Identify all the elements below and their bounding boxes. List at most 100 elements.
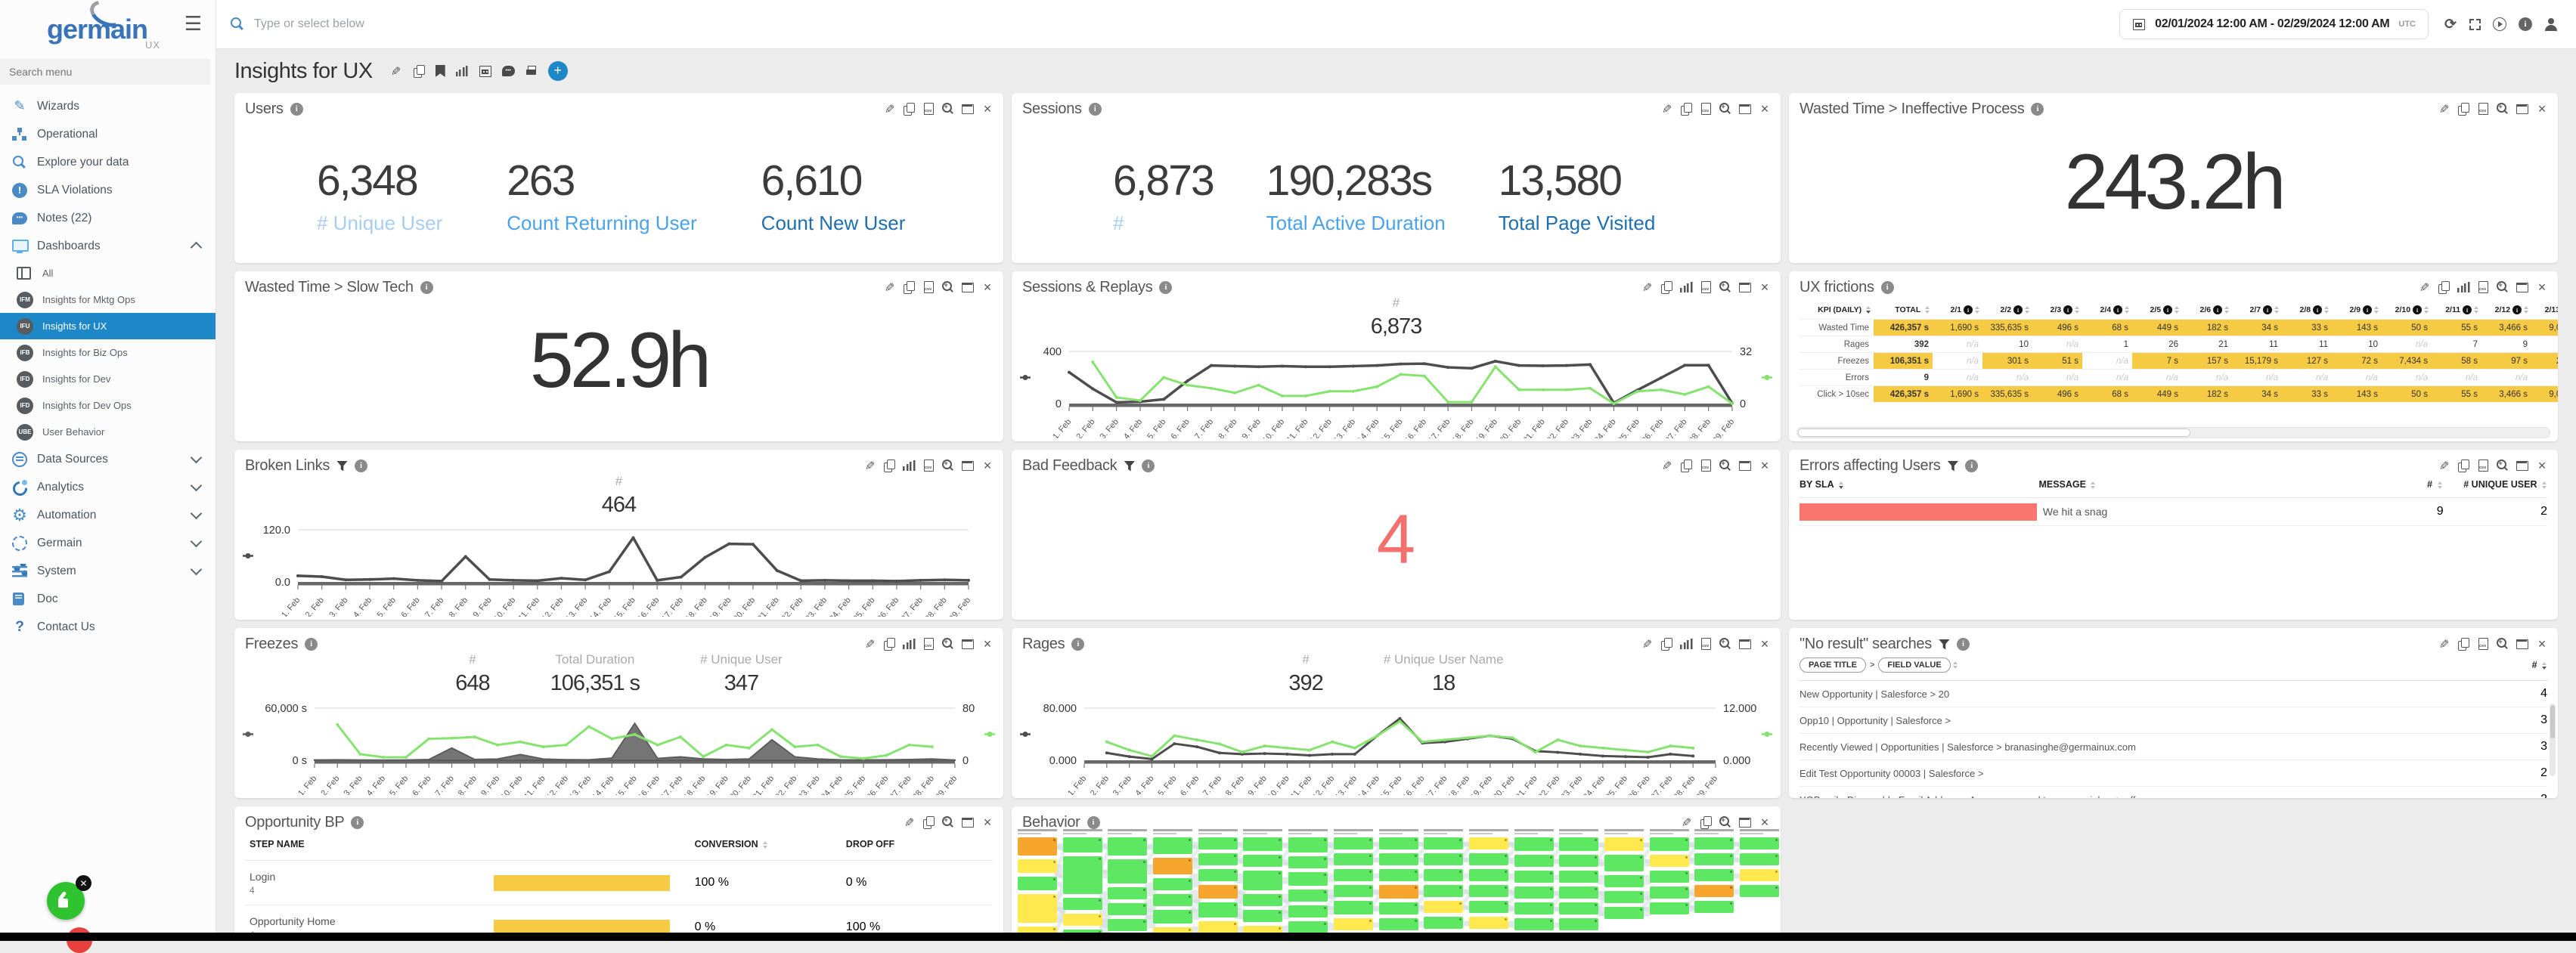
info-icon[interactable] <box>305 638 318 651</box>
pencil-icon[interactable] <box>1679 815 1693 829</box>
sidebar-item-explore-your-data[interactable]: Explore your data <box>0 148 215 176</box>
hamburger-menu-icon[interactable]: ☰ <box>184 14 202 33</box>
window-icon[interactable] <box>2516 459 2529 472</box>
csv-icon[interactable] <box>1699 637 1713 651</box>
zoom-icon[interactable]: + <box>1719 280 1732 294</box>
sidebar-item-analytics[interactable]: Analytics <box>0 473 215 501</box>
zoom-icon[interactable]: + <box>2496 459 2509 472</box>
window-icon[interactable] <box>1738 102 1752 116</box>
list-item[interactable]: Opp10 | Opportunity | Salesforce >3 <box>1799 707 2547 734</box>
window-icon[interactable] <box>961 815 975 829</box>
close-icon[interactable] <box>981 280 994 294</box>
pencil-icon[interactable] <box>389 64 402 78</box>
pill-page-title[interactable]: PAGE TITLE <box>1799 658 1866 673</box>
day-header[interactable]: 2/2 i <box>1982 301 2032 320</box>
zoom-icon[interactable]: + <box>1719 637 1732 651</box>
zoom-icon[interactable]: + <box>2496 280 2509 294</box>
zoom-icon[interactable]: + <box>1719 815 1732 829</box>
sidebar-item-user-behavior[interactable]: UBEUser Behavior <box>0 419 215 445</box>
info-icon[interactable] <box>1159 281 1172 294</box>
chevron-down-icon[interactable] <box>191 480 203 492</box>
sidebar-item-sla-violations[interactable]: SLA Violations <box>0 176 215 204</box>
csv-icon[interactable] <box>2476 102 2490 116</box>
close-icon[interactable] <box>981 637 994 651</box>
csv-icon[interactable] <box>1699 459 1713 472</box>
day-header[interactable]: 2/13 i <box>2531 301 2558 320</box>
window-icon[interactable] <box>961 637 975 651</box>
close-icon[interactable] <box>1758 280 1772 294</box>
day-header[interactable]: 2/12 i <box>2481 301 2531 320</box>
csv-icon[interactable] <box>922 280 935 294</box>
list-item[interactable]: Recently Viewed | Opportunities | Salesf… <box>1799 734 2547 760</box>
copy-icon[interactable] <box>902 280 916 294</box>
window-icon[interactable] <box>961 280 975 294</box>
csv-icon[interactable] <box>2476 637 2490 651</box>
vertical-scrollbar[interactable] <box>2550 704 2556 776</box>
copy-icon[interactable] <box>1679 102 1693 116</box>
info-icon[interactable] <box>290 103 303 116</box>
window-icon[interactable] <box>2516 280 2529 294</box>
csv-icon[interactable] <box>922 637 935 651</box>
info-icon[interactable] <box>1957 638 1970 651</box>
info-icon[interactable] <box>1089 103 1102 116</box>
sidebar-item-insights-for-dev[interactable]: IFDInsights for Dev <box>0 366 215 392</box>
zoom-icon[interactable]: + <box>941 280 955 294</box>
copy-icon[interactable] <box>1699 815 1713 829</box>
pencil-icon[interactable] <box>2417 280 2431 294</box>
window-icon[interactable] <box>1738 815 1752 829</box>
global-search-input[interactable] <box>253 17 2109 32</box>
refresh-icon[interactable] <box>2444 17 2457 31</box>
sidebar-item-automation[interactable]: Automation <box>0 501 215 529</box>
filter-icon[interactable] <box>336 461 348 472</box>
feedback-close-icon[interactable]: ✕ <box>76 875 91 891</box>
pencil-icon[interactable] <box>1640 637 1654 651</box>
window-icon[interactable] <box>1738 459 1752 472</box>
info-filled-icon[interactable] <box>2519 17 2532 31</box>
column-header[interactable]: # <box>2382 479 2442 490</box>
day-header[interactable]: 2/9 i <box>2332 301 2382 320</box>
info-icon[interactable] <box>351 816 364 829</box>
bars-icon[interactable] <box>2457 280 2470 294</box>
chevron-down-icon[interactable] <box>191 536 203 548</box>
window-icon[interactable] <box>961 459 975 472</box>
day-header[interactable]: 2/11 i <box>2432 301 2481 320</box>
kpi-header[interactable]: KPI (DAILY) <box>1799 301 1874 320</box>
copy-icon[interactable] <box>412 64 426 78</box>
info-icon[interactable] <box>1965 459 1978 472</box>
pill-field-value[interactable]: FIELD VALUE <box>1878 658 1950 673</box>
close-icon[interactable] <box>981 459 994 472</box>
zoom-icon[interactable]: + <box>941 459 955 472</box>
list-item[interactable]: Edit Test Opportunity 00003 | Salesforce… <box>1799 760 2547 787</box>
day-header[interactable]: 2/1 i <box>1933 301 1982 320</box>
bookmark-icon[interactable] <box>436 65 445 77</box>
total-header[interactable]: TOTAL <box>1874 301 1933 320</box>
copy-icon[interactable] <box>882 459 896 472</box>
printer-icon[interactable] <box>525 64 538 78</box>
chevron-up-icon[interactable] <box>191 242 203 254</box>
zoom-icon[interactable]: + <box>1719 459 1732 472</box>
info-icon[interactable] <box>1881 281 1894 294</box>
pencil-icon[interactable] <box>863 637 876 651</box>
column-header[interactable]: DROP OFF <box>842 836 993 852</box>
close-icon[interactable] <box>2535 280 2549 294</box>
day-header[interactable]: 2/7 i <box>2232 301 2282 320</box>
day-header[interactable]: 2/6 i <box>2182 301 2232 320</box>
csv-icon[interactable] <box>1699 102 1713 116</box>
close-icon[interactable] <box>1758 637 1772 651</box>
close-icon[interactable] <box>2535 459 2549 472</box>
csv-icon[interactable] <box>2476 459 2490 472</box>
info-icon[interactable] <box>420 281 433 294</box>
comment-dark-icon[interactable] <box>502 66 515 76</box>
bars-icon[interactable] <box>1679 637 1693 651</box>
info-icon[interactable] <box>1071 638 1084 651</box>
add-widget-button[interactable] <box>548 61 568 81</box>
horizontal-scrollbar[interactable] <box>1796 427 2550 438</box>
window-icon[interactable] <box>961 102 975 116</box>
bars-icon[interactable] <box>455 64 469 78</box>
sidebar-item-contact-us[interactable]: Contact Us <box>0 613 215 641</box>
close-icon[interactable] <box>2535 637 2549 651</box>
info-icon[interactable] <box>1142 459 1155 472</box>
user-icon[interactable] <box>2544 17 2558 31</box>
copy-icon[interactable] <box>2457 102 2470 116</box>
csv-icon[interactable] <box>1699 280 1713 294</box>
